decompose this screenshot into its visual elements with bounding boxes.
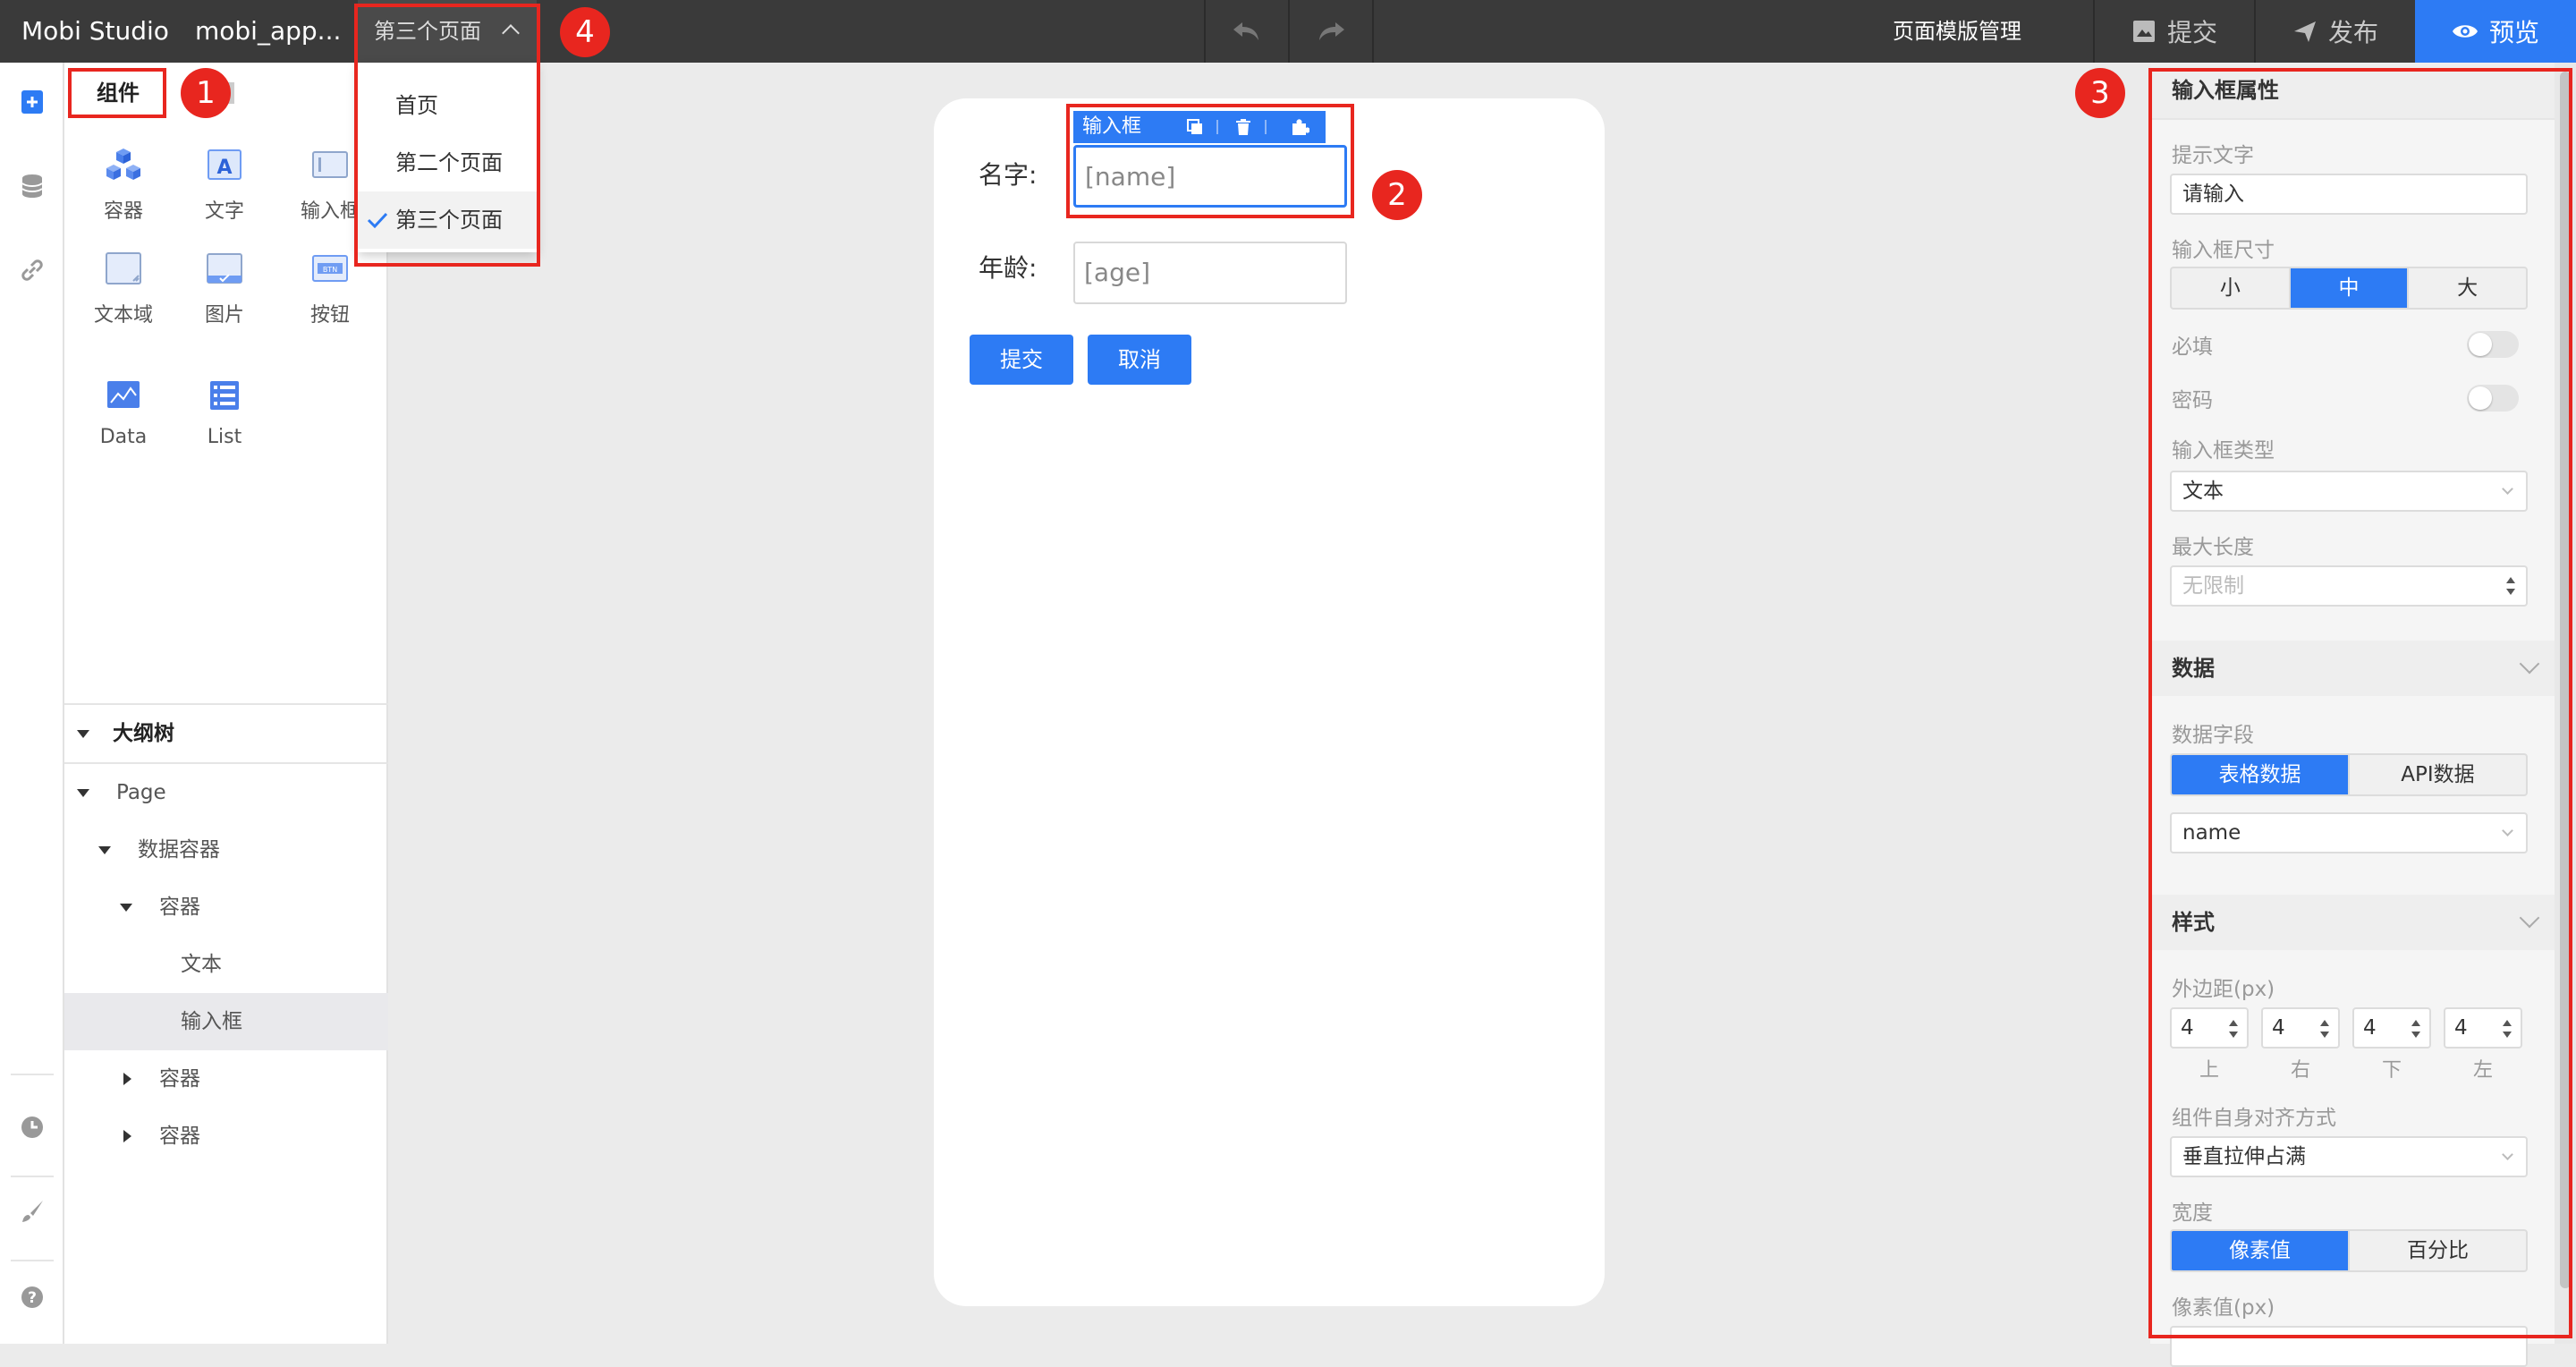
component-text[interactable]: A 文字 xyxy=(180,147,269,224)
tree-node-input[interactable]: 输入框 xyxy=(64,993,388,1050)
age-label: 年龄: xyxy=(979,253,1038,283)
submit-label: 提交 xyxy=(2166,18,2217,47)
left-rail: ? xyxy=(0,63,64,1344)
component-image[interactable]: 图片 xyxy=(180,250,269,327)
history-icon[interactable] xyxy=(14,1109,50,1145)
caret-down-icon xyxy=(98,846,111,854)
input-box-icon xyxy=(312,151,348,178)
cubes-icon xyxy=(106,149,140,180)
phone-canvas: 名字: 输入框 [name] 年龄: [age] 提交 取消 xyxy=(934,98,1605,1306)
redo-button[interactable] xyxy=(1290,0,1372,63)
outline-tree-header[interactable]: 大纲树 xyxy=(64,705,388,762)
tree-node-container[interactable]: 容器 xyxy=(64,1108,388,1165)
preview-button[interactable]: 预览 xyxy=(2415,0,2576,63)
component-label: 文字 xyxy=(204,200,244,223)
image-icon xyxy=(207,253,242,284)
component-panel: 组件 容器 A 文字 输入框 文本域 图片 BTN 按钮 Data List 大… xyxy=(64,63,388,1344)
preview-label: 预览 xyxy=(2488,18,2539,47)
annotation-badge-3: 3 xyxy=(2075,68,2125,118)
redo-icon xyxy=(1319,22,1344,40)
svg-text:A: A xyxy=(216,157,232,179)
component-label: Data xyxy=(99,426,148,448)
database-icon[interactable] xyxy=(14,168,50,204)
component-container[interactable]: 容器 xyxy=(79,147,168,224)
tree-node-container[interactable]: 容器 xyxy=(64,1050,388,1108)
component-label: 文本域 xyxy=(93,304,153,327)
canvas-cancel-button[interactable]: 取消 xyxy=(1088,335,1191,385)
textarea-icon xyxy=(106,252,141,284)
list-icon xyxy=(210,381,239,410)
svg-text:?: ? xyxy=(28,1289,37,1307)
brush-icon[interactable] xyxy=(14,1193,50,1229)
annotation-box-2 xyxy=(1066,104,1354,218)
age-input[interactable]: [age] xyxy=(1073,242,1347,304)
tree-node-data-container[interactable]: 数据容器 xyxy=(64,821,388,879)
submit-button[interactable]: 提交 xyxy=(2095,0,2254,63)
component-list[interactable]: List xyxy=(180,378,269,448)
component-label: 按钮 xyxy=(309,304,350,327)
annotation-box-4 xyxy=(354,4,540,267)
canvas-submit-button[interactable]: 提交 xyxy=(970,335,1073,385)
project-name[interactable]: mobi_app... xyxy=(195,0,341,63)
link-icon[interactable] xyxy=(14,252,50,288)
add-component-icon[interactable] xyxy=(14,84,50,120)
tree-node-container[interactable]: 容器 xyxy=(64,879,388,936)
annotation-box-1 xyxy=(68,68,166,118)
caret-right-icon xyxy=(123,1130,131,1142)
app-name: Mobi Studio xyxy=(21,16,169,46)
caret-down-icon xyxy=(77,730,89,738)
component-label: 图片 xyxy=(204,304,244,327)
component-textarea[interactable]: 文本域 xyxy=(79,250,168,327)
chart-icon xyxy=(107,381,140,408)
caret-down-icon xyxy=(77,789,89,797)
svg-text:BTN: BTN xyxy=(323,266,337,274)
button-icon: BTN xyxy=(312,255,348,282)
name-label: 名字: xyxy=(979,160,1038,190)
annotation-box-3 xyxy=(2148,68,2572,1338)
send-icon xyxy=(2293,21,2316,42)
publish-button[interactable]: 发布 xyxy=(2256,0,2415,63)
annotation-badge-2: 2 xyxy=(1372,170,1422,220)
help-icon[interactable]: ? xyxy=(14,1279,50,1315)
caret-right-icon xyxy=(123,1073,131,1085)
annotation-badge-1: 1 xyxy=(181,68,231,118)
caret-down-icon xyxy=(120,904,132,912)
template-manage-link[interactable]: 页面模版管理 xyxy=(1893,0,2021,63)
text-icon: A xyxy=(208,149,242,180)
component-label: List xyxy=(207,426,242,448)
component-data[interactable]: Data xyxy=(79,378,168,448)
tree-node-page[interactable]: Page xyxy=(64,764,388,821)
component-label: 容器 xyxy=(103,200,143,223)
tree-node-text[interactable]: 文本 xyxy=(64,936,388,993)
annotation-badge-4: 4 xyxy=(560,7,610,57)
upload-image-icon xyxy=(2132,21,2155,42)
eye-icon xyxy=(2452,25,2478,38)
publish-label: 发布 xyxy=(2327,18,2378,47)
undo-icon xyxy=(1233,22,1258,40)
undo-button[interactable] xyxy=(1206,0,1288,63)
